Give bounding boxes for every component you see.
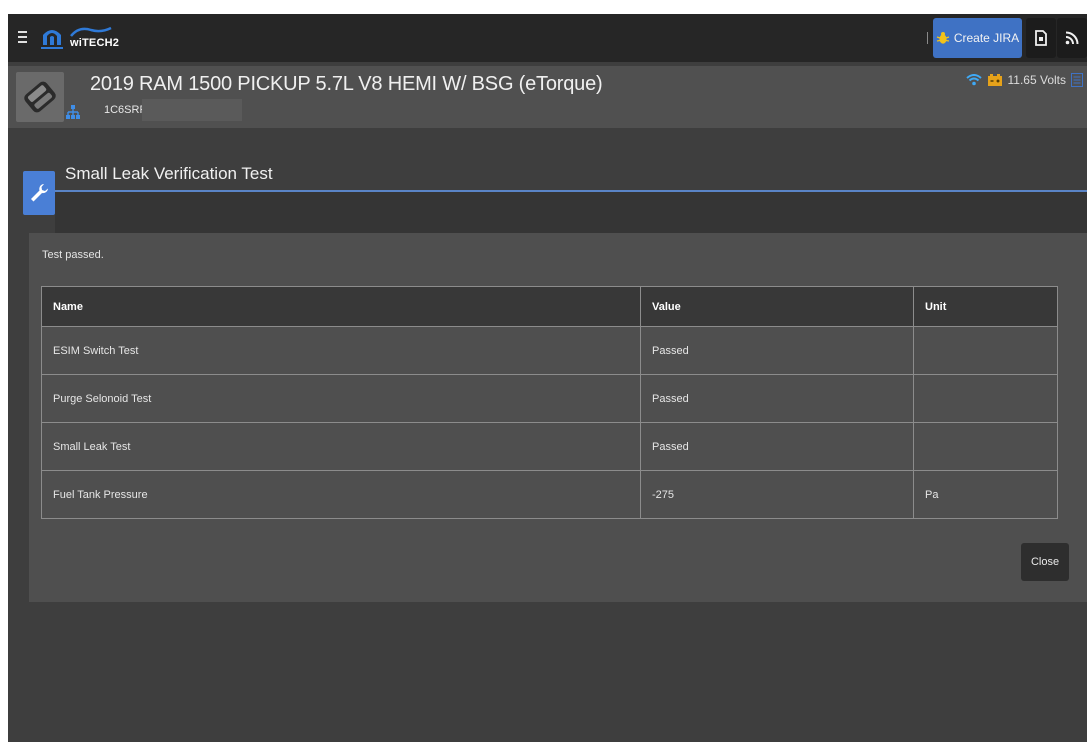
cell-unit	[913, 326, 1058, 375]
test-status-message: Test passed.	[42, 249, 104, 261]
cell-unit	[913, 422, 1058, 471]
battery-icon	[987, 74, 1002, 86]
cell-value: Passed	[640, 326, 914, 375]
app-window: wiTECH2 Create JIRA 2019 RAM 1500 PICKUP…	[8, 14, 1087, 742]
cell-unit	[913, 374, 1058, 423]
car-icon	[24, 81, 56, 113]
wrench-icon	[31, 184, 48, 202]
table-row: Fuel Tank Pressure -275 Pa	[41, 470, 1058, 519]
cell-name: Small Leak Test	[41, 422, 641, 471]
close-button[interactable]: Close	[1021, 543, 1069, 581]
topology-icon[interactable]	[65, 104, 81, 120]
rss-button[interactable]	[1057, 18, 1087, 58]
cell-value: Passed	[640, 374, 914, 423]
column-header-name: Name	[41, 286, 641, 327]
cell-name: Purge Selonoid Test	[41, 374, 641, 423]
top-bar: wiTECH2 Create JIRA	[8, 14, 1087, 62]
voltage-readout: 11.65 Volts	[1007, 73, 1067, 87]
cell-name: Fuel Tank Pressure	[41, 470, 641, 519]
table-row: Purge Selonoid Test Passed	[41, 374, 1058, 423]
vin-redaction	[142, 99, 242, 121]
column-header-unit: Unit	[913, 286, 1058, 327]
wifi-icon	[965, 74, 982, 86]
vehicle-title: 2019 RAM 1500 PICKUP 5.7L V8 HEMI W/ BSG…	[90, 73, 603, 95]
rss-icon	[1065, 31, 1079, 45]
toolbar-divider	[927, 32, 928, 44]
create-jira-label: Create JIRA	[953, 31, 1020, 45]
witech-logo: wiTECH2	[68, 24, 120, 52]
create-jira-button[interactable]: Create JIRA	[933, 18, 1022, 58]
dialog-title: Small Leak Verification Test	[65, 164, 273, 183]
dialog-wrench-icon	[23, 171, 55, 215]
table-header-row: Name Value Unit	[41, 286, 1058, 327]
mopar-logo	[41, 30, 63, 49]
vehicle-header: 2019 RAM 1500 PICKUP 5.7L V8 HEMI W/ BSG…	[8, 66, 1087, 128]
cell-unit: Pa	[913, 470, 1058, 519]
cell-value: -275	[640, 470, 914, 519]
document-icon	[1035, 30, 1047, 46]
table-row: Small Leak Test Passed	[41, 422, 1058, 471]
dialog-header-band	[55, 192, 1087, 233]
dialog-body: Test passed. Name Value Unit ESIM Switch…	[29, 233, 1087, 602]
column-header-value: Value	[640, 286, 914, 327]
table-row: ESIM Switch Test Passed	[41, 326, 1058, 375]
menu-icon[interactable]	[14, 28, 32, 46]
list-icon[interactable]	[1071, 73, 1083, 87]
document-button[interactable]	[1026, 18, 1056, 58]
cell-value: Passed	[640, 422, 914, 471]
results-table: Name Value Unit ESIM Switch Test Passed …	[41, 286, 1058, 519]
brand-label: wiTECH2	[70, 37, 120, 49]
vehicle-image	[16, 72, 64, 122]
cell-name: ESIM Switch Test	[41, 326, 641, 375]
vehicle-status: 11.65 Volts	[965, 73, 1083, 87]
bug-icon	[936, 32, 950, 44]
